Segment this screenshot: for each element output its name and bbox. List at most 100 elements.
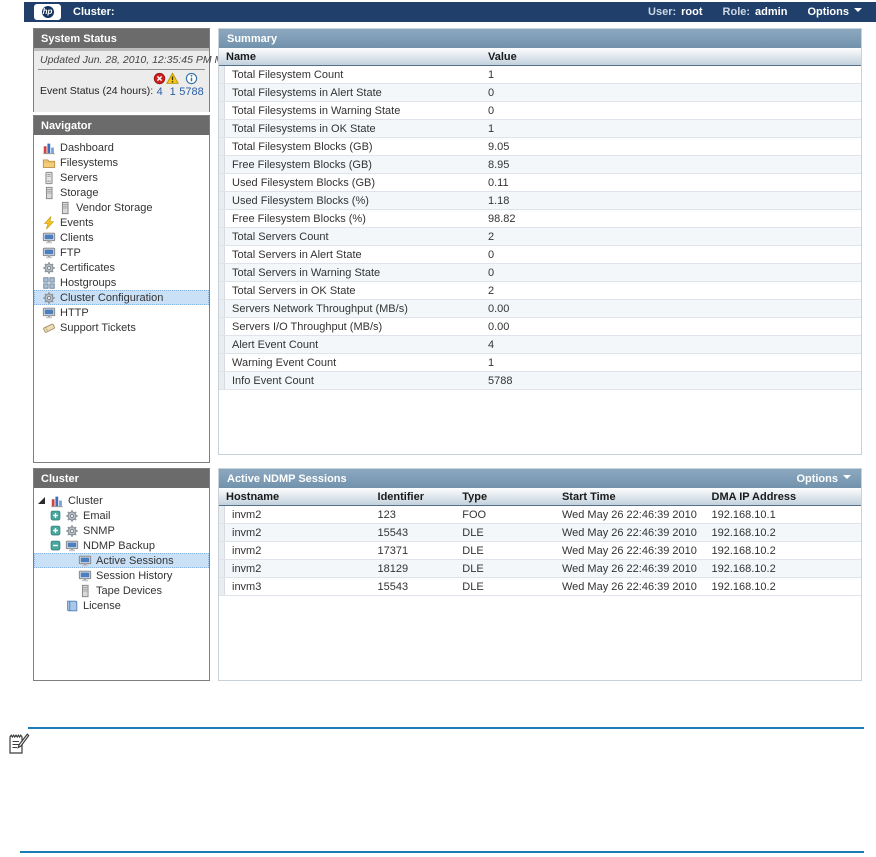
nav-item-support-tickets[interactable]: Support Tickets [34,320,209,335]
ndmp-cell-hostname: invm2 [232,562,262,575]
summary-value-cell: 2 [488,284,495,297]
ndmp-cell-identifier: 18129 [377,562,409,575]
storage-icon [78,584,92,598]
system-status-body: Updated Jun. 28, 2010, 12:35:45 PM MDT E… [34,48,237,112]
ndmp-table-body: invm2 123 FOO Wed May 26 22:46:39 2010 192.1… [219,506,861,596]
user-value: root [681,6,703,18]
ndmp-cell-dma-ip-address: 192.168.10.2 [711,562,776,575]
warning-icon [166,72,180,85]
ndmp-cell-identifier: 15543 [377,580,409,593]
ndmp-session-row[interactable]: invm3 15543 DLE Wed May 26 22:46:39 2010 192… [219,578,861,596]
nav-item-label: Filesystems [60,156,119,169]
summary-row-total-servers-in-alert-state: Total Servers in Alert State 0 [219,246,861,264]
tree-item-license[interactable]: License [34,598,209,613]
storage-icon [58,201,72,215]
gear-icon [42,261,56,275]
ndmp-header: Active NDMP Sessions Options [219,469,861,488]
note-icon [6,731,30,757]
tree-item-email[interactable]: Email [34,508,209,523]
page: hp Cluster: User: root Role: admin Optio… [0,0,876,857]
summary-row-used-filesystem-blocks-gb: Used Filesystem Blocks (GB) 0.11 [219,174,861,192]
tree-item-label: Session History [96,569,173,582]
expand-plus-icon[interactable] [50,525,61,536]
summary-row-total-servers-in-warning-state: Total Servers in Warning State 0 [219,264,861,282]
ndmp-cell-dma-ip-address: 192.168.10.1 [711,508,776,521]
gear-icon [65,524,79,538]
nav-item-label: Events [60,216,94,229]
nav-item-storage[interactable]: Storage [34,185,209,200]
summary-name-cell: Total Servers in Alert State [232,248,362,261]
summary-name-cell: Total Servers Count [232,230,329,243]
ndmp-cell-start-time: Wed May 26 22:46:39 2010 [561,526,697,539]
ndmp-session-row[interactable]: invm2 123 FOO Wed May 26 22:46:39 2010 192.1… [219,506,861,524]
event-status-block: Event Status (24 hours): 4 1 5788 [34,70,209,98]
summary-value-cell: 98.82 [488,212,516,225]
gear-icon [42,291,56,305]
summary-value-cell: 0 [488,86,495,99]
summary-name-cell: Free Filesystem Blocks (GB) [232,158,372,171]
ndmp-cell-hostname: invm2 [232,508,262,521]
ndmp-options-button[interactable]: Options [796,473,851,485]
gear-icon [65,509,79,523]
expand-plus-icon[interactable] [50,510,61,521]
nav-item-dashboard[interactable]: Dashboard [34,140,209,155]
nav-item-filesystems[interactable]: Filesystems [34,155,209,170]
summary-row-used-filesystem-blocks: Used Filesystem Blocks (%) 1.18 [219,192,861,210]
summary-row-total-filesystem-blocks-gb: Total Filesystem Blocks (GB) 9.05 [219,138,861,156]
storage-icon [42,186,56,200]
summary-value-cell: 1.18 [488,194,510,207]
tree-item-label: Active Sessions [96,554,174,567]
book-icon [65,599,79,613]
topbar-options-button[interactable]: Options [807,6,862,18]
nav-item-label: Cluster Configuration [60,291,164,304]
nav-item-label: FTP [60,246,81,259]
summary-row-total-filesystems-in-ok-state: Total Filesystems in OK State 1 [219,120,861,138]
ndmp-cell-hostname: invm2 [232,544,262,557]
ndmp-cell-start-time: Wed May 26 22:46:39 2010 [561,544,697,557]
ndmp-session-row[interactable]: invm2 18129 DLE Wed May 26 22:46:39 2010 192… [219,560,861,578]
summary-name-cell: Total Servers in OK State [232,284,356,297]
warning-count-link[interactable]: 1 [170,86,176,98]
nav-item-ftp[interactable]: FTP [34,245,209,260]
tree-item-session-history[interactable]: Session History [34,568,209,583]
nav-item-hostgroups[interactable]: Hostgroups [34,275,209,290]
ndmp-session-row[interactable]: invm2 15543 DLE Wed May 26 22:46:39 2010 192… [219,524,861,542]
summary-name-cell: Warning Event Count [232,356,337,369]
nav-item-cluster-configuration[interactable]: Cluster Configuration [34,290,209,305]
alert-count-link[interactable]: 4 [157,86,163,98]
tree-item-active-sessions[interactable]: Active Sessions [34,553,209,568]
tree-item-snmp[interactable]: SNMP [34,523,209,538]
ndmp-col-identifier: Identifier [377,490,424,503]
ndmp-session-row[interactable]: invm2 17371 DLE Wed May 26 22:46:39 2010 192… [219,542,861,560]
chevron-down-icon [843,474,851,479]
summary-value-cell: 0.11 [488,176,509,189]
summary-value-cell: 1 [488,68,495,81]
info-count-link[interactable]: 5788 [179,86,203,98]
nav-item-events[interactable]: Events [34,215,209,230]
nav-item-vendor-storage[interactable]: Vendor Storage [34,200,209,215]
cluster-panel: Cluster Cluster Email SNMP NDMP Backup Activ… [33,468,210,681]
nav-item-clients[interactable]: Clients [34,230,209,245]
system-status-panel: System Status Updated Jun. 28, 2010, 12:… [33,28,237,112]
info-count-column: 5788 [179,72,204,98]
ndmp-cell-dma-ip-address: 192.168.10.2 [711,580,776,593]
tree-item-cluster[interactable]: Cluster [34,493,209,508]
tree-expanded-caret-icon[interactable] [38,497,45,504]
tree-item-tape-devices[interactable]: Tape Devices [34,583,209,598]
tree-item-ndmp-backup[interactable]: NDMP Backup [34,538,209,553]
summary-value-cell: 0 [488,248,495,261]
summary-name-cell: Total Filesystems in Alert State [232,86,382,99]
monitor-icon [78,569,92,583]
nav-item-servers[interactable]: Servers [34,170,209,185]
ndmp-cell-type: DLE [462,526,484,539]
collapse-minus-icon[interactable] [50,540,61,551]
nav-item-http[interactable]: HTTP [34,305,209,320]
ndmp-cell-type: DLE [462,544,484,557]
nav-item-certificates[interactable]: Certificates [34,260,209,275]
tree-item-label: License [83,599,121,612]
summary-row-total-filesystem-count: Total Filesystem Count 1 [219,66,861,84]
horizontal-rule-top [28,727,864,729]
user-label: User: [648,6,677,18]
monitor-icon [78,554,92,568]
ndmp-sessions-panel: Active NDMP Sessions Options Hostname Ide… [218,468,862,681]
